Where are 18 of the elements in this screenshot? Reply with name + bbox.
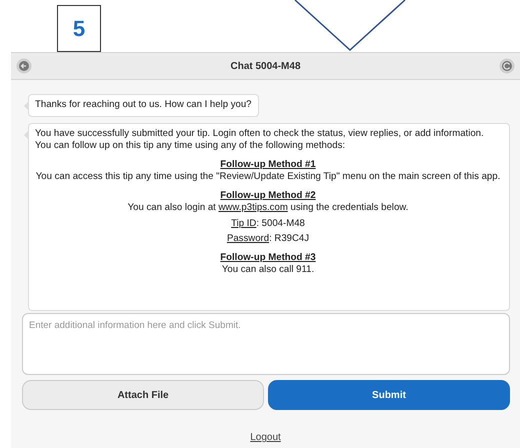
back-icon[interactable] bbox=[16, 58, 32, 74]
refresh-icon[interactable] bbox=[499, 58, 515, 74]
attach-file-button[interactable]: Attach File bbox=[22, 380, 264, 410]
logout-link[interactable]: Logout bbox=[250, 432, 281, 443]
section-heading: Follow-up Method #2 bbox=[220, 190, 316, 202]
section-heading: Follow-up Method #3 bbox=[220, 252, 316, 264]
message-input-field[interactable]: Enter additional information here and click Submit. bbox=[22, 312, 510, 375]
chat-title: Chat 5004-M48 bbox=[230, 60, 301, 74]
section-heading: Follow-up Method #1 bbox=[220, 158, 316, 172]
credential-text: Password: R39C4J bbox=[226, 233, 310, 244]
message-text: You have successfully submitted your tip. Login often to check the status, view replies, or add information. You can follow up on this tip any time using any of the following methods: bbox=[35, 128, 485, 153]
credential-text: Tip ID: 5004-M48 bbox=[231, 218, 305, 229]
step-number-label: 5 bbox=[57, 5, 101, 52]
message-text: You can also call 911. bbox=[222, 264, 314, 276]
message-text: You can access this tip any time using the "Review/Update Existing Tip" menu on the main screen of this app. bbox=[36, 171, 500, 182]
message-text: You can also login at www.p3tips.com using the credentials below. bbox=[128, 202, 408, 214]
website-link[interactable]: www.p3tips.com bbox=[218, 202, 288, 214]
submit-button[interactable]: Submit bbox=[268, 380, 510, 410]
